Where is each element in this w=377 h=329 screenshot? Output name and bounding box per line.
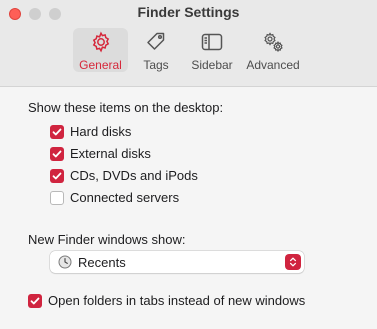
toolbar: Finder Settings General Tags Sidebar Adv… [0, 0, 377, 87]
clock-icon [58, 255, 72, 269]
tab-sidebar-label: Sidebar [191, 58, 233, 72]
cds-dvds-ipods-checkbox[interactable] [50, 168, 64, 183]
open-folders-in-tabs-label: Open folders in tabs instead of new wind… [48, 293, 306, 308]
hard-disks-label: Hard disks [70, 124, 132, 139]
finder-settings-window: Finder Settings General Tags Sidebar Adv… [0, 0, 377, 329]
external-disks-label: External disks [70, 146, 151, 161]
new-window-heading: New Finder windows show: [28, 232, 186, 247]
open-folders-in-tabs-checkbox[interactable] [28, 293, 42, 308]
select-arrows-icon [285, 254, 301, 270]
tag-icon [147, 32, 165, 50]
checkmark-icon [52, 128, 62, 135]
tab-tags[interactable]: Tags [137, 28, 175, 72]
external-disks-checkbox[interactable] [50, 146, 64, 161]
new-window-select[interactable]: Recents [50, 251, 304, 273]
gear-icon [92, 31, 109, 53]
connected-servers-option[interactable]: Connected servers [50, 190, 179, 205]
tab-general[interactable]: General [73, 28, 128, 72]
connected-servers-label: Connected servers [70, 190, 180, 205]
tab-advanced[interactable]: Advanced [245, 28, 301, 72]
checkmark-icon [52, 150, 62, 157]
hard-disks-option[interactable]: Hard disks [50, 124, 131, 139]
cds-dvds-ipods-option[interactable]: CDs, DVDs and iPods [50, 168, 198, 183]
new-window-select-value: Recents [78, 254, 126, 270]
open-folders-in-tabs-option[interactable]: Open folders in tabs instead of new wind… [28, 293, 305, 308]
sidebar-icon [201, 33, 223, 51]
checkmark-icon [30, 297, 40, 304]
checkmark-icon [52, 172, 62, 179]
connected-servers-checkbox[interactable] [50, 190, 64, 205]
hard-disks-checkbox[interactable] [50, 124, 64, 139]
desktop-items-heading: Show these items on the desktop: [28, 100, 224, 115]
window-title: Finder Settings [137, 4, 240, 20]
tab-advanced-label: Advanced [246, 58, 300, 72]
cds-dvds-ipods-label: CDs, DVDs and iPods [70, 168, 198, 183]
tab-sidebar[interactable]: Sidebar [188, 28, 236, 72]
gears-icon [264, 32, 283, 53]
chevron-updown-icon [289, 257, 297, 267]
tab-general-label: General [79, 58, 122, 72]
external-disks-option[interactable]: External disks [50, 146, 151, 161]
tab-tags-label: Tags [143, 58, 169, 72]
